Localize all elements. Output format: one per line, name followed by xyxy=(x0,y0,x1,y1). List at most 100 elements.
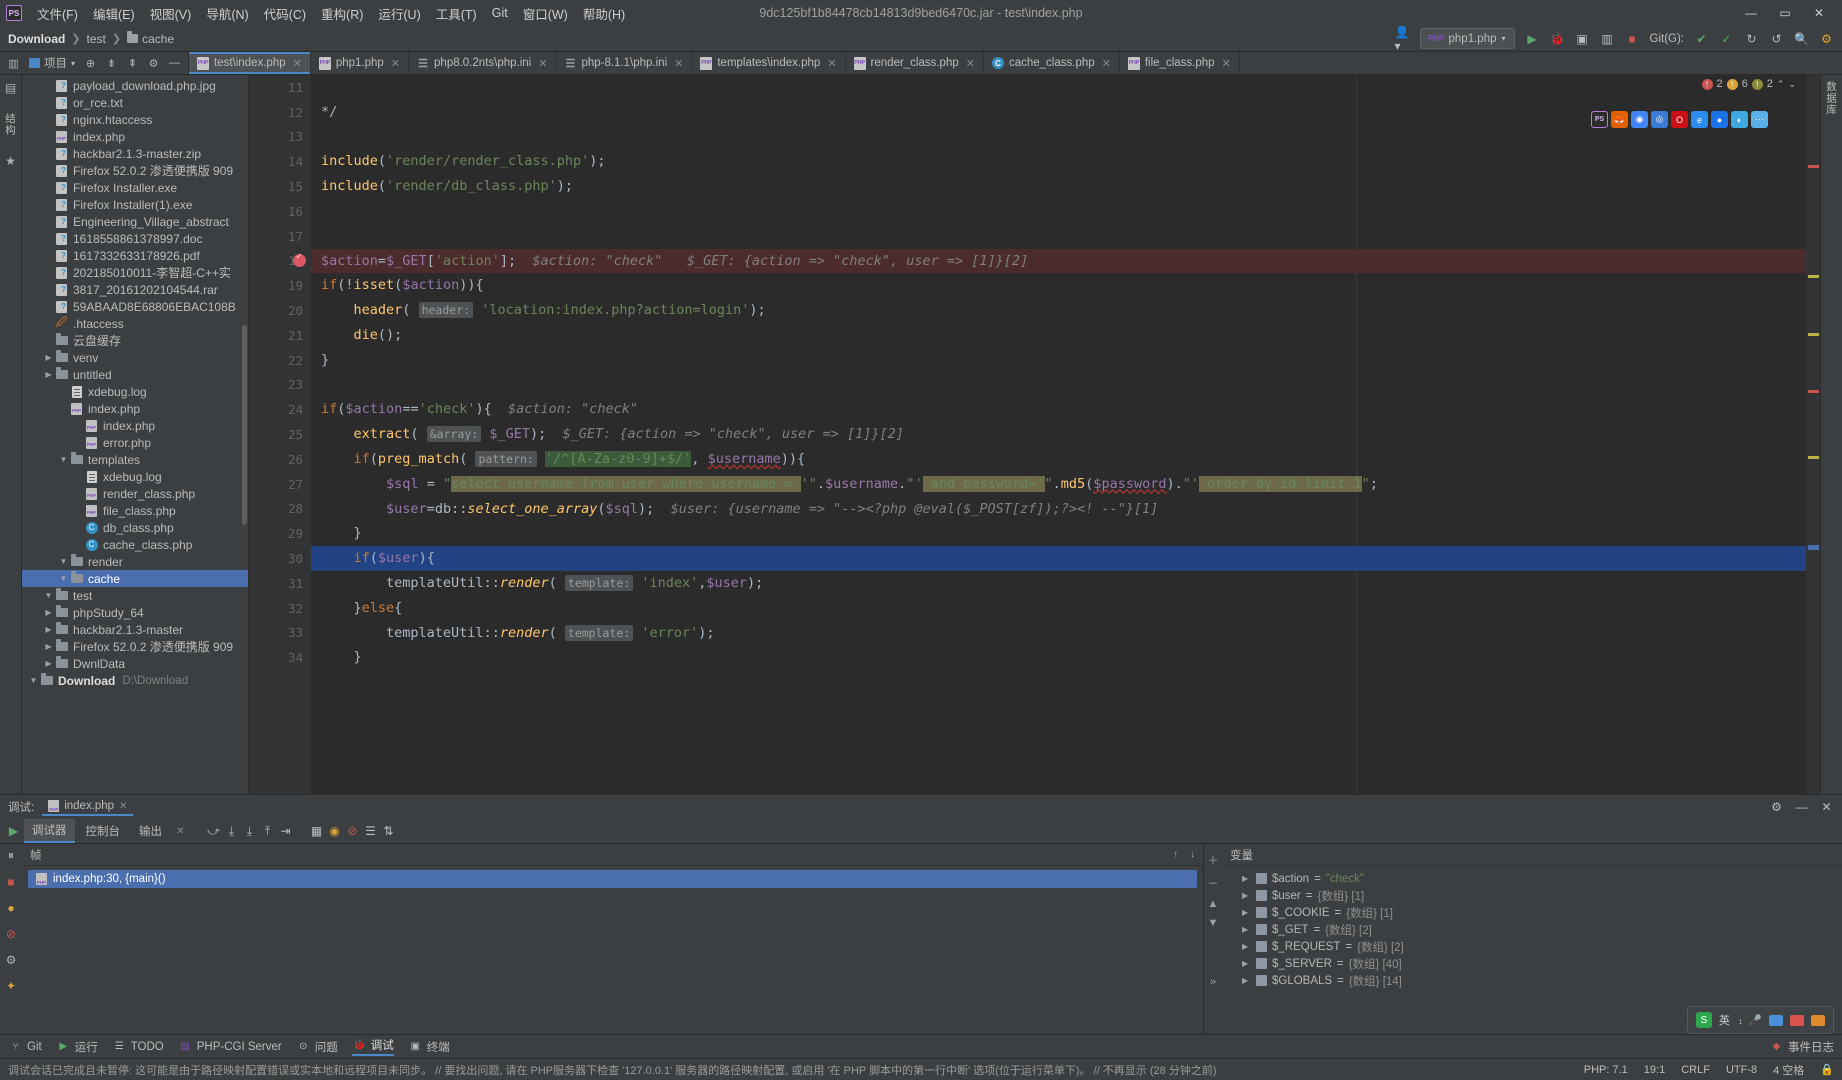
code-line[interactable]: } xyxy=(311,348,1806,373)
code-line[interactable]: if($user){ xyxy=(311,546,1806,571)
code-line[interactable] xyxy=(311,224,1806,249)
ime-mic-icon[interactable]: 🎤 xyxy=(1748,1014,1762,1027)
line-number[interactable]: 22− xyxy=(249,348,321,373)
code-line[interactable]: header( header: 'location:index.php?acti… xyxy=(311,298,1806,323)
inspection-summary[interactable]: ! 2 ! 6 ! 2 ⌃ ⌄ xyxy=(1701,78,1796,90)
editor-tab[interactable]: ☰ php8.0.2nts\php.ini ✕ xyxy=(409,52,557,74)
close-icon[interactable]: ✕ xyxy=(1819,800,1834,815)
git-update-icon[interactable]: ✔ xyxy=(1694,31,1709,46)
pause-icon[interactable]: ⏸ xyxy=(8,848,14,863)
menu-help[interactable]: 帮助(H) xyxy=(576,1,632,26)
line-number[interactable]: 34− xyxy=(249,645,321,670)
menu-tools[interactable]: 工具(T) xyxy=(429,1,484,26)
line-number[interactable]: 15 xyxy=(249,174,311,199)
bookmark-icon[interactable]: ▤ xyxy=(5,81,16,95)
sogou-logo-icon[interactable]: S xyxy=(1695,1012,1712,1028)
line-number[interactable]: 24− xyxy=(249,397,321,422)
minimize-button[interactable]: — xyxy=(1734,1,1768,25)
ime-punctuation-icon[interactable]: ᠄ xyxy=(1737,1011,1741,1030)
tab-output[interactable]: 输出 xyxy=(131,820,170,842)
lock-icon[interactable]: 🔒 xyxy=(1820,1063,1834,1076)
line-number[interactable]: 12− xyxy=(249,100,321,125)
tree-item[interactable]: ▼ Download D:\Download xyxy=(22,672,248,689)
line-number[interactable]: 11 xyxy=(249,75,311,100)
line-number[interactable]: 27 xyxy=(249,472,311,497)
chevron-right-icon[interactable]: ▶ xyxy=(1242,874,1251,883)
menu-git[interactable]: Git xyxy=(485,3,515,23)
code-line[interactable] xyxy=(311,373,1806,398)
line-number[interactable]: 31 xyxy=(249,571,311,596)
chevron-down-icon[interactable]: ▼ xyxy=(58,574,69,583)
tree-item[interactable]: PHP index.php xyxy=(22,400,248,417)
safari-icon[interactable]: ◐ xyxy=(1731,111,1748,128)
tree-item[interactable]: ? 1618558861378997.doc xyxy=(22,230,248,247)
menu-run[interactable]: 运行(U) xyxy=(371,1,427,26)
close-icon[interactable]: ✕ xyxy=(1222,57,1231,70)
chevron-right-icon[interactable]: ▶ xyxy=(43,608,54,617)
tree-item[interactable]: ? Firefox Installer.exe xyxy=(22,179,248,196)
tree-item[interactable]: ? 1617332633178926.pdf xyxy=(22,247,248,264)
expand-icon[interactable]: » xyxy=(1210,976,1216,988)
status-debug[interactable]: 🐞 调试 xyxy=(351,1037,394,1056)
chevron-right-icon[interactable]: ▶ xyxy=(1242,891,1251,900)
close-icon[interactable]: ✕ xyxy=(119,801,127,812)
chevron-right-icon[interactable]: ▶ xyxy=(1242,976,1251,985)
tree-item[interactable]: 🖉 .htaccess xyxy=(22,315,248,332)
chevron-right-icon[interactable]: ▶ xyxy=(1242,925,1251,934)
code-line[interactable]: extract( &array: $_GET); $_GET: {action … xyxy=(311,422,1806,447)
ime-toolbar[interactable]: S 英 ᠄ 🎤 xyxy=(1686,1006,1834,1034)
more-browsers-icon[interactable]: ⋯ xyxy=(1751,111,1768,128)
move-up-icon[interactable]: ▲ xyxy=(1208,898,1219,910)
run-to-cursor-icon[interactable]: ⇥ xyxy=(278,824,293,839)
gear-icon[interactable]: ⚙ xyxy=(1819,31,1834,46)
close-icon[interactable]: ✕ xyxy=(966,57,975,70)
tree-item[interactable]: ▶ phpStudy_64 xyxy=(22,604,248,621)
close-icon[interactable]: ✕ xyxy=(173,824,188,839)
tree-item[interactable]: ▼ test xyxy=(22,587,248,604)
variable-row[interactable]: ▶ $_REQUEST = {数组} [2] xyxy=(1222,938,1842,955)
line-number[interactable]: 20 xyxy=(249,298,311,323)
line-number[interactable]: 28 xyxy=(249,497,311,522)
line-number[interactable]: 32− xyxy=(249,596,321,621)
settings-icon[interactable]: ⚙ xyxy=(6,953,17,967)
indent-setting[interactable]: 4 空格 xyxy=(1773,1062,1804,1078)
status-todo[interactable]: ☰ TODO xyxy=(112,1039,164,1054)
stop-icon[interactable]: ■ xyxy=(1625,31,1640,46)
chevron-up-icon[interactable]: ⌃ xyxy=(1777,79,1785,90)
tree-item[interactable]: PHP index.php xyxy=(22,417,248,434)
tree-item[interactable]: PHP render_class.php xyxy=(22,485,248,502)
code-line[interactable] xyxy=(311,199,1806,224)
editor-tab[interactable]: PHP templates\index.php ✕ xyxy=(692,52,846,74)
line-number[interactable]: 29− xyxy=(249,521,321,546)
tree-item[interactable]: ? Firefox 52.0.2 渗透便携版 909 xyxy=(22,162,248,179)
sort-icon[interactable]: ⇅ xyxy=(381,824,396,839)
line-number[interactable]: 19− xyxy=(249,273,321,298)
breakpoint-icon[interactable]: ● xyxy=(7,901,14,915)
line-number[interactable]: 21 xyxy=(249,323,311,348)
close-icon[interactable]: ✕ xyxy=(391,57,400,70)
php-version[interactable]: PHP: 7.1 xyxy=(1584,1064,1628,1076)
code-line[interactable]: die(); xyxy=(311,323,1806,348)
menu-navigate[interactable]: 导航(N) xyxy=(199,1,255,26)
chevron-down-icon[interactable]: ▼ xyxy=(58,557,69,566)
remove-watch-icon[interactable]: － xyxy=(1208,875,1219,891)
chevron-down-icon[interactable]: ▼ xyxy=(58,455,69,464)
tree-item[interactable]: ? Engineering_Village_abstract xyxy=(22,213,248,230)
tree-item[interactable]: Ccache_class.php xyxy=(22,536,248,553)
tree-item[interactable]: ▼ cache xyxy=(22,570,248,587)
editor-tab[interactable]: PHP php1.php ✕ xyxy=(310,52,410,74)
chevron-right-icon[interactable]: ▶ xyxy=(43,370,54,379)
tree-item[interactable]: ▼ templates xyxy=(22,451,248,468)
editor-tab[interactable]: PHP test\index.php ✕ xyxy=(189,52,311,74)
code-line[interactable]: templateUtil::render( template: 'error')… xyxy=(311,621,1806,646)
ime-mode-label[interactable]: 英 xyxy=(1719,1012,1730,1028)
line-separator[interactable]: CRLF xyxy=(1681,1064,1710,1076)
close-icon[interactable]: ✕ xyxy=(293,57,302,70)
menu-window[interactable]: 窗口(W) xyxy=(516,1,575,26)
tree-item[interactable]: ? payload_download.php.jpg xyxy=(22,77,248,94)
step-over-icon[interactable]: ⤻ xyxy=(206,824,221,839)
close-button[interactable]: ✕ xyxy=(1802,1,1836,25)
chevron-down-icon[interactable]: ⌄ xyxy=(1788,79,1796,90)
line-number[interactable]: 23 xyxy=(249,373,311,398)
tree-item[interactable]: xdebug.log xyxy=(22,468,248,485)
